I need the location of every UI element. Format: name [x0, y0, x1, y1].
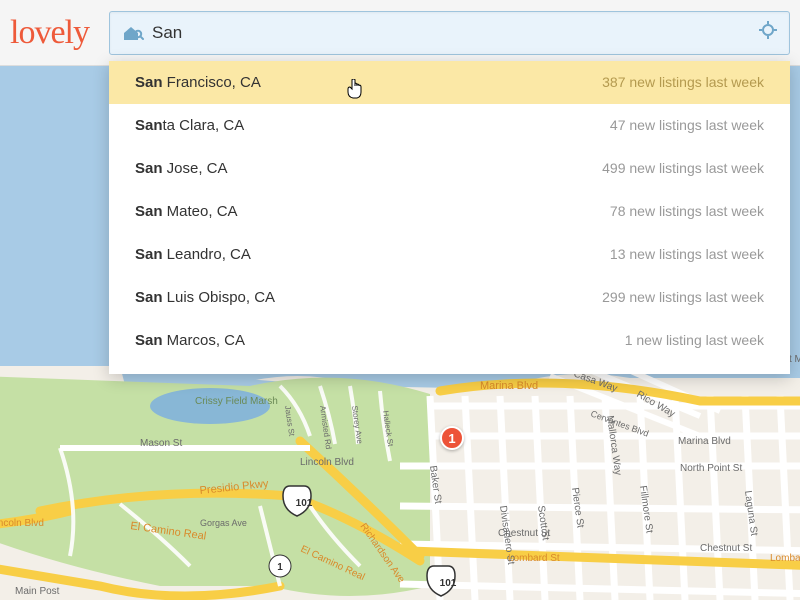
suggestion-name: San Marcos, CA — [135, 332, 245, 349]
map-pin-label: 1 — [448, 431, 455, 446]
brand-logo[interactable]: lovely — [10, 14, 89, 52]
suggestion-name: San Leandro, CA — [135, 246, 251, 263]
map-label-crissy: Crissy Field Marsh — [195, 396, 278, 407]
suggestion-item[interactable]: San Luis Obispo, CA 299 new listings last… — [109, 276, 790, 319]
map-label-chestnut: Chestnut St — [700, 543, 752, 554]
search-input[interactable] — [152, 23, 759, 43]
map-label-lincoln-e: Lincoln Blvd — [300, 457, 354, 468]
map-label-mason: Mason St — [140, 438, 182, 449]
map-label-marina: Marina Blvd — [480, 380, 538, 392]
svg-text:101: 101 — [440, 578, 457, 589]
map-label-lomba: Lomba — [770, 553, 800, 564]
suggestion-item[interactable]: San Mateo, CA 78 new listings last week — [109, 190, 790, 233]
map-label-marina2: Marina Blvd — [678, 436, 731, 447]
map-label-northpoint: North Point St — [680, 463, 742, 474]
suggestion-item[interactable]: San Leandro, CA 13 new listings last week — [109, 233, 790, 276]
suggestion-item[interactable]: San Jose, CA 499 new listings last week — [109, 147, 790, 190]
house-search-icon — [122, 24, 144, 42]
suggestion-item[interactable]: San Marcos, CA 1 new listing last week — [109, 319, 790, 362]
suggestion-item[interactable]: San Francisco, CA 387 new listings last w… — [109, 61, 790, 104]
locate-icon[interactable] — [759, 21, 777, 44]
svg-text:Gorgas Ave: Gorgas Ave — [200, 518, 247, 528]
map-label-mainpost: Main Post — [15, 586, 60, 597]
suggestion-name: Santa Clara, CA — [135, 117, 244, 134]
suggestion-meta: 499 new listings last week — [602, 160, 764, 176]
suggestion-meta: 47 new listings last week — [610, 117, 764, 133]
suggestion-meta: 387 new listings last week — [602, 74, 764, 90]
suggestion-meta: 78 new listings last week — [610, 203, 764, 219]
search-suggestions-dropdown: San Francisco, CA 387 new listings last w… — [109, 61, 790, 374]
suggestion-name: San Luis Obispo, CA — [135, 289, 275, 306]
map-label-lincoln-w: Lincoln Blvd — [0, 518, 44, 529]
suggestion-meta: 1 new listing last week — [625, 332, 764, 348]
suggestion-item[interactable]: Santa Clara, CA 47 new listings last week — [109, 104, 790, 147]
suggestion-meta: 13 new listings last week — [610, 246, 764, 262]
suggestion-name: San Mateo, CA — [135, 203, 238, 220]
svg-text:101: 101 — [296, 498, 313, 509]
suggestion-meta: 299 new listings last week — [602, 289, 764, 305]
suggestion-name: San Jose, CA — [135, 160, 228, 177]
search-box[interactable] — [109, 11, 790, 55]
suggestion-name: San Francisco, CA — [135, 74, 261, 91]
app-header: lovely San Francis — [0, 0, 800, 66]
map-pin[interactable]: 1 — [440, 426, 464, 450]
svg-text:1: 1 — [277, 562, 283, 573]
